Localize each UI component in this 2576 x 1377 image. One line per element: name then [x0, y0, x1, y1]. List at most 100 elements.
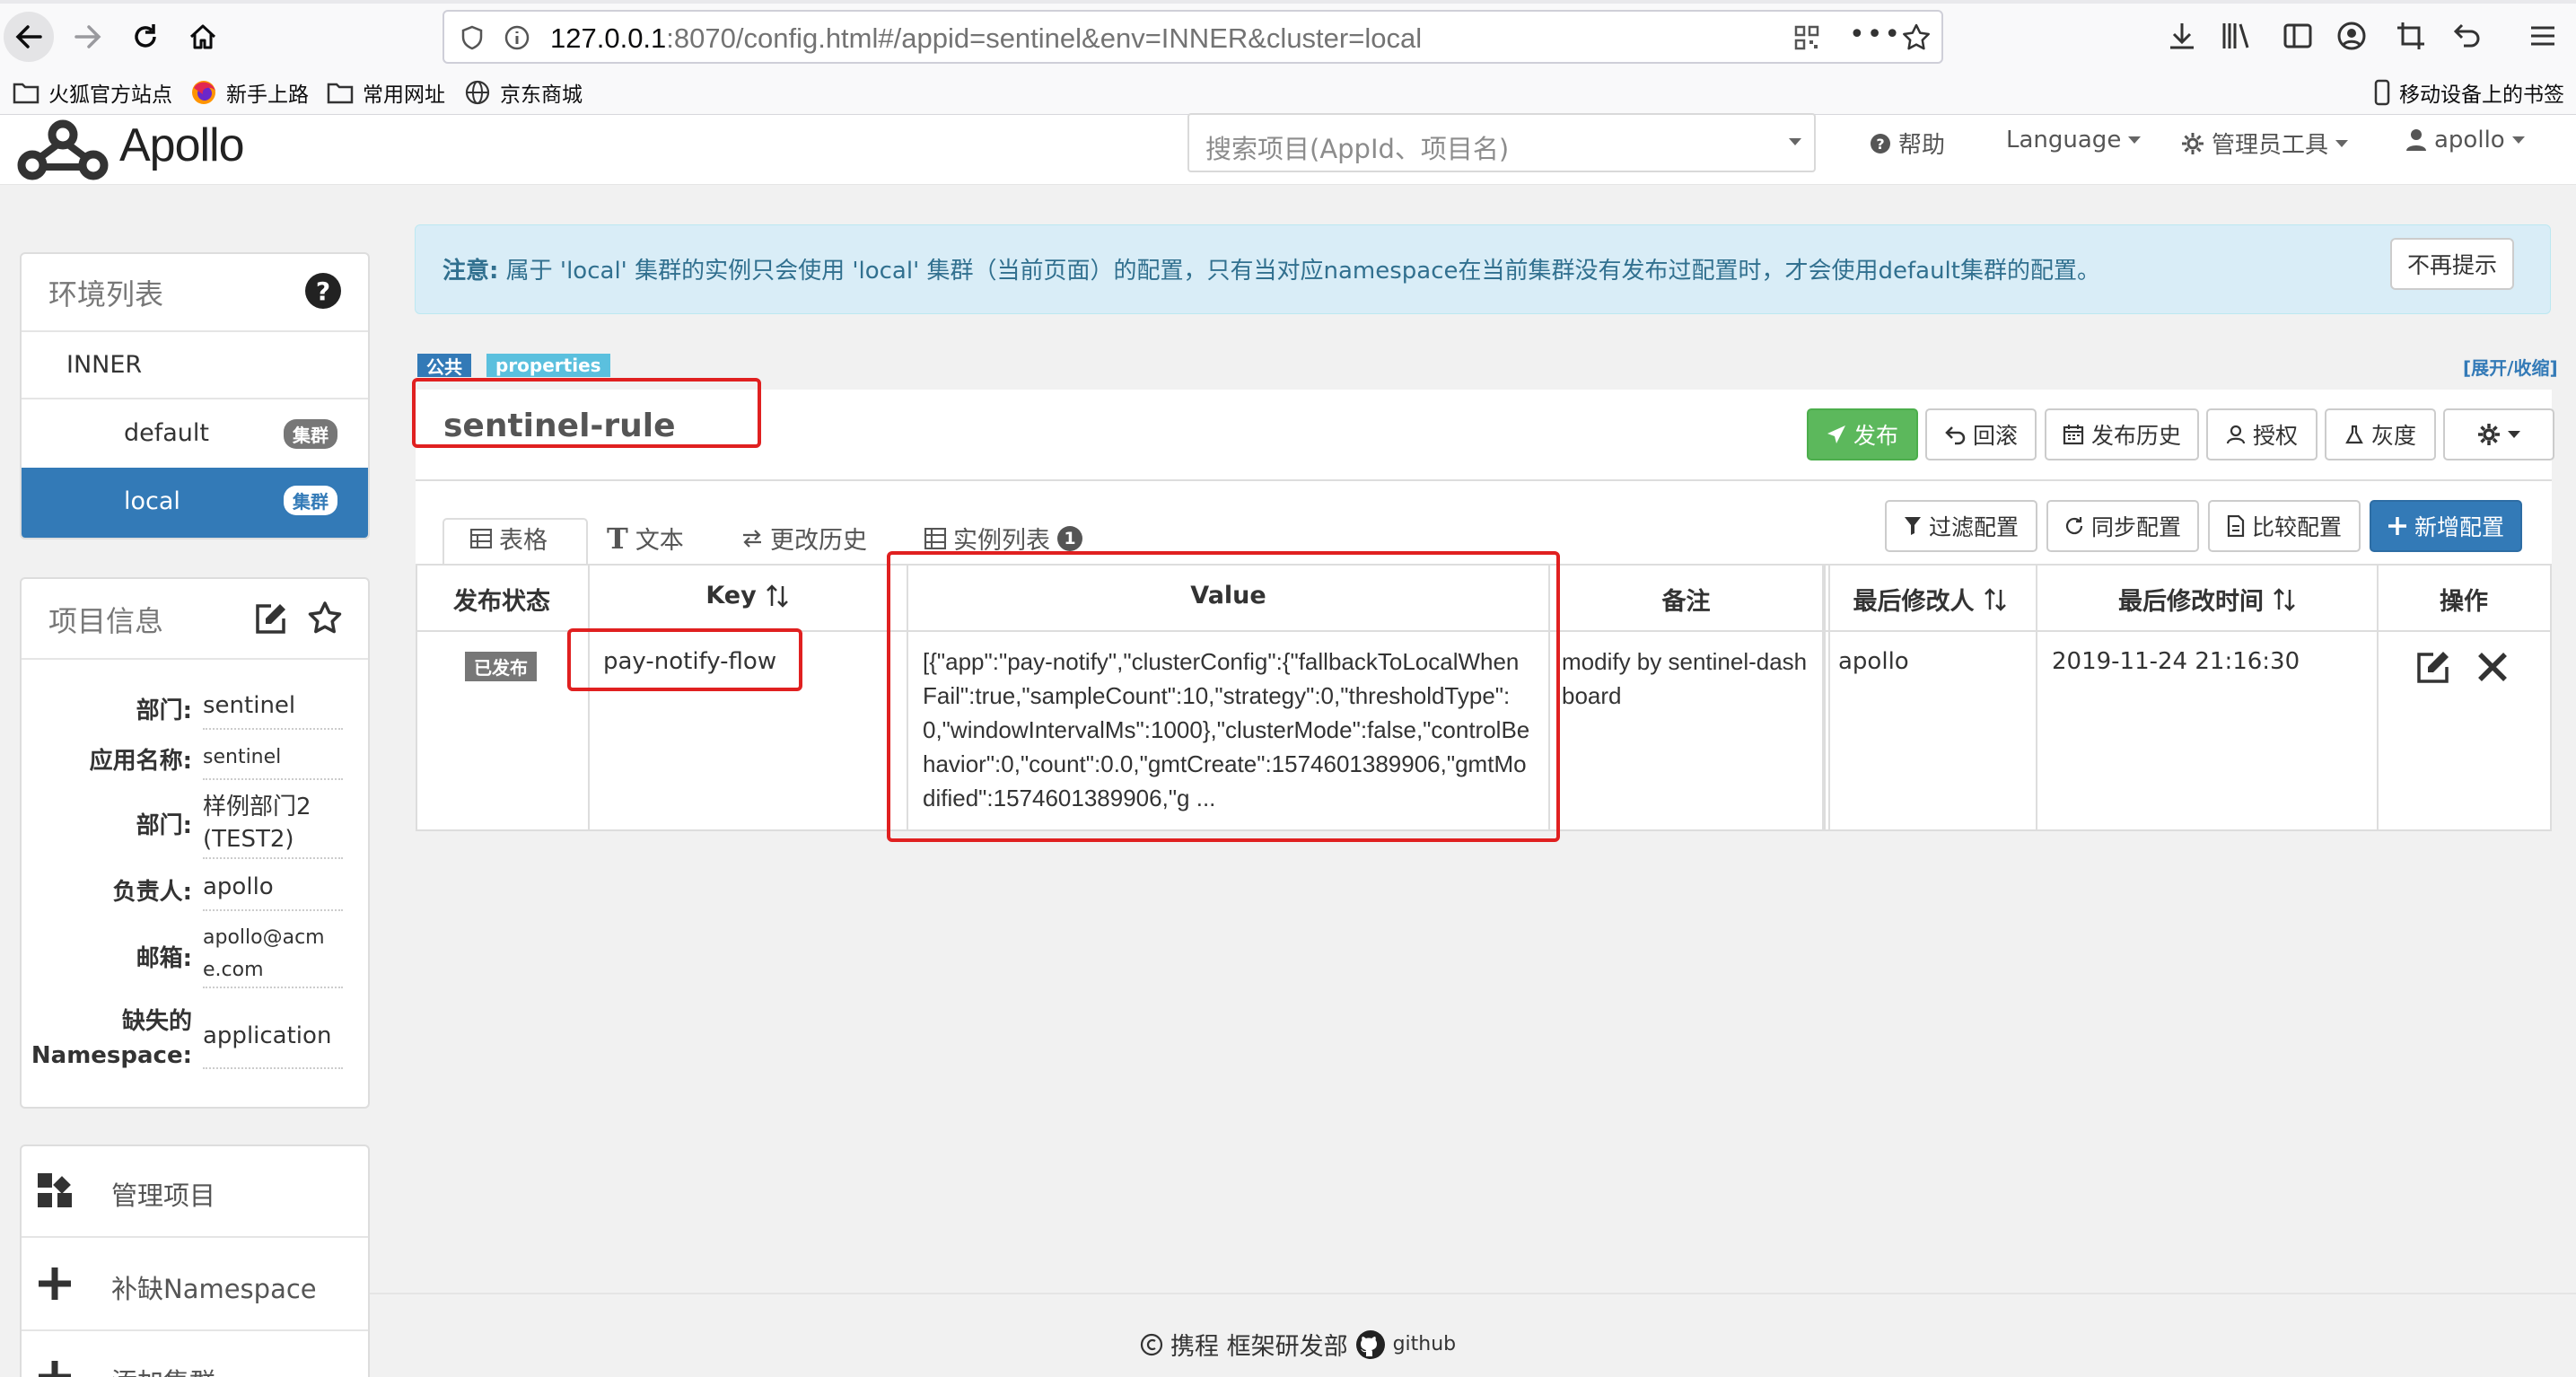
question-circle-icon: ? — [1871, 133, 1890, 153]
bookmark-label: 移动设备上的书签 — [2399, 83, 2564, 106]
folder-icon — [327, 83, 354, 104]
tab-label: 表格 — [499, 527, 548, 555]
bookmark-label: 常用网址 — [363, 83, 445, 106]
svg-text:?: ? — [1876, 136, 1884, 153]
project-search-select[interactable]: 搜索项目(AppId、项目名) — [1187, 113, 1816, 172]
sort-icon — [766, 583, 788, 608]
screenshot-icon[interactable] — [2395, 20, 2427, 52]
sort-icon — [2274, 587, 2295, 611]
brand-name[interactable]: Apollo — [119, 118, 245, 172]
dept-label: 部门: — [136, 812, 192, 839]
sync-icon — [2065, 517, 2083, 535]
delete-icon[interactable] — [2475, 650, 2510, 684]
star-icon[interactable] — [1901, 22, 1932, 53]
admin-tools-dropdown[interactable]: 管理员工具 — [2181, 127, 2349, 160]
filter-config-button[interactable]: 过滤配置 — [1885, 500, 2037, 552]
address-bar[interactable]: 127.0.0.1:8070/config.html#/appid=sentin… — [442, 10, 1943, 64]
alert-message: 属于 'local' 集群的实例只会使用 'local' 集群（当前页面）的配置… — [498, 258, 2100, 285]
project-info-panel: 项目信息 部门: sentinel 应用名称: sentinel 部门: 样例部… — [20, 577, 370, 1109]
cluster-item-local[interactable]: local 集群 — [22, 468, 368, 538]
column-header-modified-time[interactable]: 最后修改时间 — [2037, 582, 2377, 617]
library-icon[interactable] — [2220, 20, 2252, 52]
authorize-button[interactable]: 授权 — [2206, 408, 2318, 460]
publish-button[interactable]: 发布 — [1807, 408, 1918, 460]
caret-down-icon — [2511, 136, 2525, 144]
sync-config-label: 同步配置 — [2090, 514, 2181, 540]
bookmark-common-sites[interactable]: 常用网址 — [327, 75, 445, 110]
reload-button[interactable] — [120, 12, 171, 62]
menu-icon[interactable] — [2527, 20, 2559, 52]
info-icon[interactable] — [504, 24, 530, 51]
filter-config-label: 过滤配置 — [1928, 514, 2019, 540]
edit-icon[interactable] — [2414, 648, 2452, 686]
manage-project-link[interactable]: 管理项目 — [22, 1146, 368, 1236]
url-text[interactable]: 127.0.0.1:8070/config.html#/appid=sentin… — [550, 22, 1422, 55]
send-icon — [1827, 425, 1845, 443]
tab-table[interactable]: 表格 — [470, 521, 548, 556]
expand-collapse-link[interactable]: [展开/收缩] — [2463, 354, 2558, 380]
rollback-button[interactable]: 回滚 — [1925, 408, 2037, 460]
cluster-item-default[interactable]: default 集群 — [22, 399, 368, 466]
chevron-down-icon — [1789, 138, 1801, 145]
apollo-logo-icon[interactable] — [16, 115, 110, 183]
folder-icon — [13, 83, 39, 104]
transfer-icon — [743, 529, 761, 548]
help-link[interactable]: ? 帮助 — [1870, 127, 1945, 160]
env-item-inner[interactable]: INNER — [66, 351, 142, 379]
admin-tools-label: 管理员工具 — [2212, 132, 2329, 159]
add-cluster-link[interactable]: 添加集群 — [22, 1331, 368, 1377]
reload-icon — [135, 24, 156, 48]
gray-release-button[interactable]: 灰度 — [2325, 408, 2436, 460]
bookmark-getting-started[interactable]: 新手上路 — [190, 75, 309, 110]
column-header-comment: 备注 — [1550, 582, 1822, 617]
header-label: 最后修改人 — [1853, 588, 1975, 616]
column-header-key[interactable]: Key — [588, 582, 907, 610]
plus-icon — [39, 1361, 71, 1377]
compare-config-button[interactable]: 比较配置 — [2208, 500, 2361, 552]
bookmark-firefox-site[interactable]: 火狐官方站点 — [13, 75, 172, 110]
publish-label: 发布 — [1853, 423, 1898, 449]
cluster-name: default — [124, 419, 210, 447]
github-link[interactable]: github — [1393, 1333, 1457, 1355]
add-namespace-label: 补缺Namespace — [111, 1274, 317, 1304]
tab-text[interactable]: T 文本 — [607, 521, 684, 556]
gear-icon — [2478, 424, 2500, 445]
edit-icon[interactable] — [253, 601, 289, 636]
qr-code-icon[interactable] — [1793, 24, 1820, 51]
filter-icon — [1904, 517, 1921, 535]
back-button[interactable] — [4, 12, 54, 62]
add-config-button[interactable]: 新增配置 — [2370, 500, 2522, 552]
forward-button[interactable] — [63, 12, 113, 62]
user-dropdown[interactable]: apollo — [2405, 127, 2525, 153]
header-label: 发布状态 — [453, 588, 550, 616]
download-icon[interactable] — [2166, 20, 2198, 52]
highlight-box — [887, 551, 1560, 842]
bookmark-mobile[interactable]: 移动设备上的书签 — [2374, 75, 2564, 110]
tab-change-history[interactable]: 更改历史 — [741, 521, 867, 556]
page-actions-icon[interactable]: ••• — [1849, 19, 1902, 50]
home-button[interactable] — [178, 12, 228, 62]
undo-icon[interactable] — [2450, 20, 2483, 52]
question-circle-icon[interactable]: ? — [304, 272, 342, 310]
sidebar-icon[interactable] — [2282, 20, 2314, 52]
tab-label: 更改历史 — [770, 527, 867, 555]
comment-line: board — [1562, 682, 1622, 709]
owner-value: apollo — [203, 873, 343, 911]
github-icon[interactable] — [1355, 1329, 1386, 1360]
dismiss-button[interactable]: 不再提示 — [2390, 238, 2514, 290]
url-path: :8070/config.html#/appid=sentinel&env=IN… — [666, 22, 1423, 54]
language-dropdown[interactable]: Language — [2006, 127, 2142, 153]
last-modifier: apollo — [1838, 648, 1909, 675]
shield-icon[interactable] — [459, 24, 486, 51]
column-header-modifier[interactable]: 最后修改人 — [1824, 582, 2036, 617]
star-icon[interactable] — [307, 601, 343, 636]
gear-icon — [2182, 132, 2204, 154]
publish-history-button[interactable]: 发布历史 — [2045, 408, 2199, 460]
add-namespace-link[interactable]: 补缺Namespace — [22, 1238, 368, 1328]
sync-config-button[interactable]: 同步配置 — [2046, 500, 2199, 552]
footer-divider — [370, 1293, 2576, 1294]
account-icon[interactable] — [2335, 20, 2368, 52]
bookmark-jd[interactable]: 京东商城 — [464, 75, 583, 110]
user-icon — [2406, 129, 2426, 151]
settings-dropdown-button[interactable] — [2443, 408, 2554, 460]
